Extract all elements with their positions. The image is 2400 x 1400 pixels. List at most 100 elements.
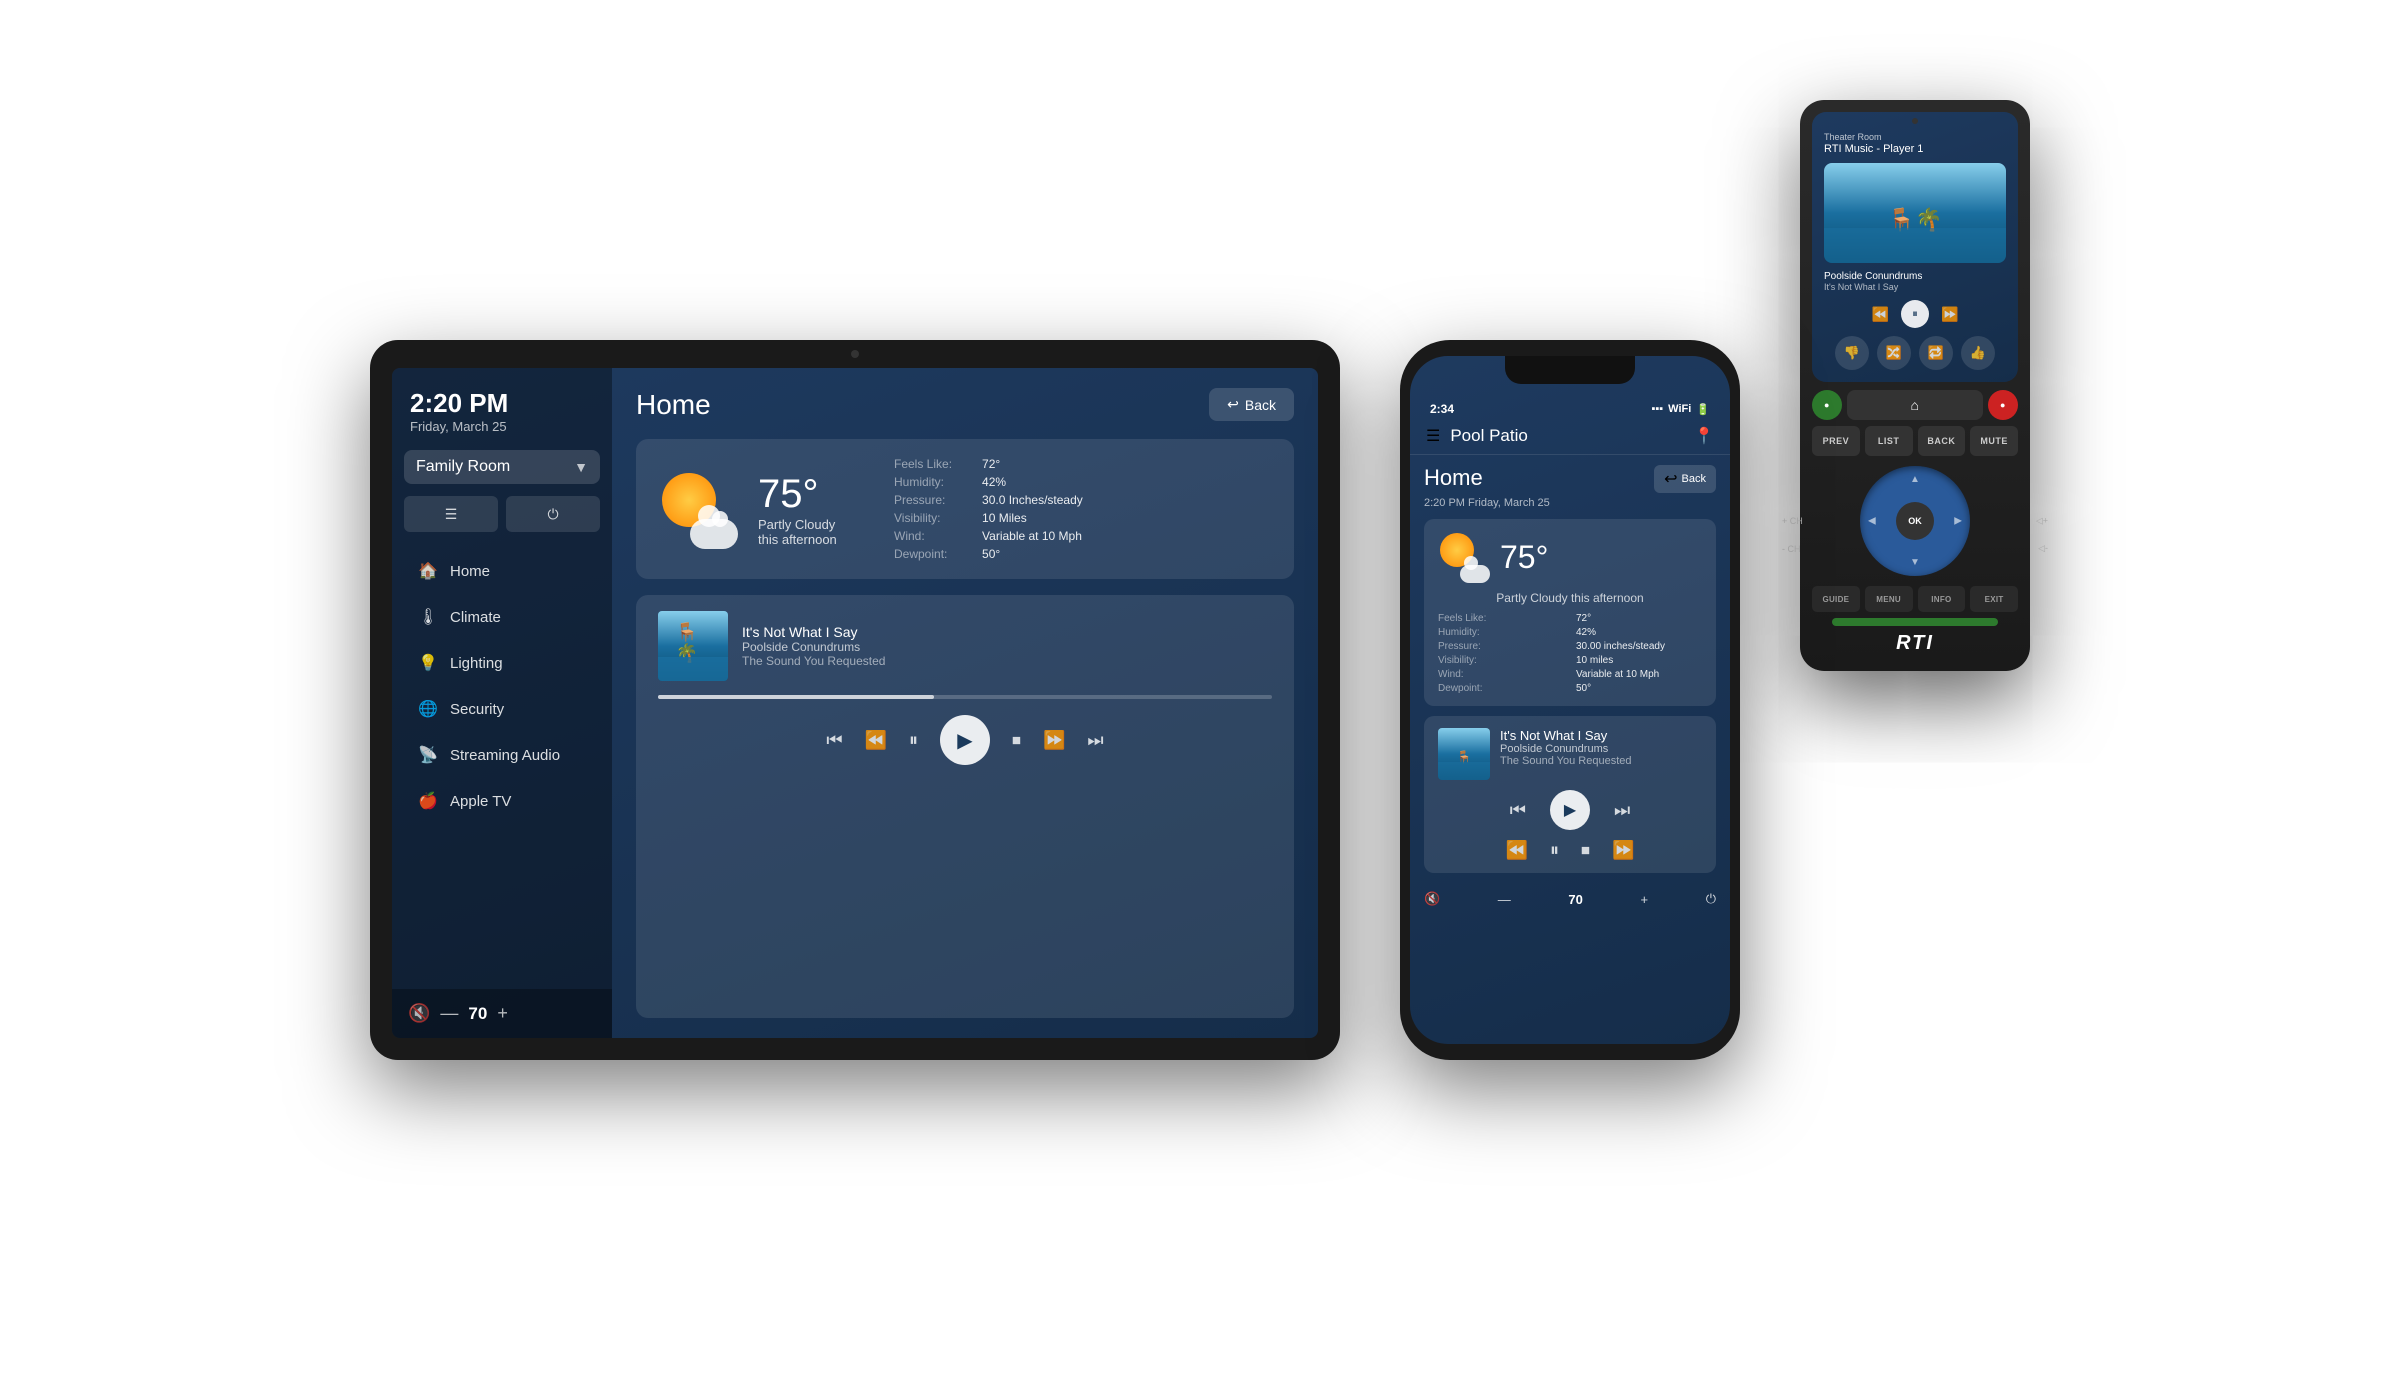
tablet-skip-to-start-button[interactable]: ⏮ <box>826 730 842 751</box>
phone-rewind-button[interactable]: ⏪ <box>1506 840 1528 861</box>
remote-dpad-up[interactable]: ▲ <box>1910 474 1920 485</box>
sidebar-item-lighting[interactable]: 💡 Lighting <box>400 640 604 686</box>
tablet-mute-button[interactable]: 🔇 <box>408 1003 430 1024</box>
remote-dpad-right[interactable]: ▶ <box>1954 516 1962 527</box>
phone-menu-icon[interactable]: ☰ <box>1426 426 1440 446</box>
remote-play-button[interactable]: ⏸ <box>1901 300 1929 328</box>
tablet-rewind-button[interactable]: ⏪ <box>865 730 887 751</box>
tablet-stop-button[interactable]: ⏹ <box>1012 730 1021 751</box>
phone-pressure-value: 30.00 inches/steady <box>1576 641 1702 652</box>
phone-notch <box>1505 356 1635 384</box>
weather-temp-block: 75° Partly Cloudy this afternoon <box>758 472 858 547</box>
weather-icon <box>658 469 738 549</box>
remote-pool-water <box>1824 228 2006 263</box>
tablet-progress-bar[interactable] <box>658 695 1272 699</box>
tablet-vol-up-button[interactable]: + <box>497 1003 508 1024</box>
tablet-play-button[interactable]: ▶ <box>940 715 990 765</box>
tablet-skip-to-end-button[interactable]: ⏭ <box>1087 730 1103 751</box>
phone-controls-2: ⏪ ⏸ ⏹ ⏩ <box>1438 840 1702 861</box>
remote-mute-button[interactable]: MUTE <box>1970 426 2018 456</box>
phone-skip-to-start-button[interactable]: ⏮ <box>1510 800 1526 821</box>
tablet-room-selector[interactable]: Family Room ▼ <box>404 450 600 484</box>
sidebar-item-climate[interactable]: 🌡 Climate <box>400 594 604 640</box>
phone-skip-to-end-button[interactable]: ⏭ <box>1614 800 1630 821</box>
weather-details: Feels Like: 72° Humidity: 42% Pressure: … <box>894 457 1083 561</box>
sidebar-item-home[interactable]: 🏠 Home <box>400 548 604 594</box>
pressure-label: Pressure: <box>894 493 952 507</box>
sidebar-item-streaming-label: Streaming Audio <box>450 747 560 764</box>
phone-back-button[interactable]: ↩ Back <box>1654 465 1716 493</box>
sidebar-item-streaming[interactable]: 📡 Streaming Audio <box>400 732 604 778</box>
phone-vol-up-button[interactable]: + <box>1640 892 1648 907</box>
phone-vol-down-button[interactable]: — <box>1498 892 1511 907</box>
dewpoint-value: 50° <box>982 547 1083 561</box>
phone-back-arrow-icon: ↩ <box>1664 469 1677 489</box>
remote-thumbs-down-button[interactable]: 👎 <box>1835 336 1869 370</box>
phone-mute-icon[interactable]: 🔇 <box>1424 891 1440 907</box>
tablet-page-title: Home <box>636 389 711 421</box>
remote-repeat-button[interactable]: 🔁 <box>1919 336 1953 370</box>
tablet-vol-down-button[interactable]: — <box>440 1003 458 1024</box>
remote-prev-button[interactable]: PREV <box>1812 426 1860 456</box>
sidebar-item-security-label: Security <box>450 701 504 718</box>
phone-weather-details: Feels Like: 72° Humidity: 42% Pressure: … <box>1438 613 1702 694</box>
remote-menu-button[interactable]: MENU <box>1865 586 1913 612</box>
phone-playlist-name: The Sound You Requested <box>1500 755 1632 767</box>
sidebar-item-climate-label: Climate <box>450 609 501 626</box>
remote-red-button[interactable]: ● <box>1988 390 2018 420</box>
remote-control-device: Theater Room RTI Music - Player 1 🪑🌴 Poo… <box>1800 100 2030 671</box>
remote-rewind-button[interactable]: ⏪ <box>1872 306 1889 323</box>
remote-guide-button[interactable]: GUIDE <box>1812 586 1860 612</box>
tablet-volume-value: 70 <box>468 1004 487 1024</box>
remote-ch-minus-label: - CH <box>1782 544 1801 554</box>
remote-song-title: Poolside Conundrums <box>1824 271 2006 282</box>
remote-info-button[interactable]: INFO <box>1918 586 1966 612</box>
remote-exit-button[interactable]: EXIT <box>1970 586 2018 612</box>
tablet-music-card: 🪑🌴 It's Not What I Say Poolside Conundru… <box>636 595 1294 1018</box>
phone-section-title: Home <box>1424 465 1483 491</box>
tablet-power-button[interactable]: ⏻ <box>506 496 600 532</box>
remote-back-button[interactable]: BACK <box>1918 426 1966 456</box>
tablet-music-controls: ⏮ ⏪ ⏸ ▶ ⏹ ⏩ ⏭ <box>658 715 1272 765</box>
wind-label: Wind: <box>894 529 952 543</box>
tablet-back-button[interactable]: ↩ Back <box>1209 388 1294 421</box>
remote-nav-row: PREV LIST BACK MUTE <box>1812 426 2018 456</box>
progress-bar-fill <box>658 695 934 699</box>
phone-visibility-value: 10 miles <box>1576 655 1702 666</box>
phone-music-info: 🪑 It's Not What I Say Poolside Conundrum… <box>1438 728 1702 780</box>
tablet-menu-button[interactable]: ☰ <box>404 496 498 532</box>
tablet-weather-card: 75° Partly Cloudy this afternoon Feels L… <box>636 439 1294 579</box>
remote-thumbs-up-button[interactable]: 👍 <box>1961 336 1995 370</box>
tablet-fast-forward-button[interactable]: ⏩ <box>1043 730 1065 751</box>
weather-description: Partly Cloudy this afternoon <box>758 517 858 547</box>
security-icon: 🌐 <box>418 699 438 719</box>
phone-location-icon[interactable]: 📍 <box>1694 426 1714 446</box>
remote-green-button[interactable]: ● <box>1812 390 1842 420</box>
phone-power-button[interactable]: ⏻ <box>1706 891 1716 907</box>
remote-home-button[interactable]: ⌂ <box>1847 390 1983 420</box>
streaming-icon: 📡 <box>418 745 438 765</box>
remote-shuffle-button[interactable]: 🔀 <box>1877 336 1911 370</box>
phone-cloud-shape <box>1460 565 1490 583</box>
remote-dpad-down[interactable]: ▼ <box>1910 557 1920 568</box>
phone-pressure-label: Pressure: <box>1438 641 1564 652</box>
remote-camera <box>1912 118 1918 124</box>
sidebar-item-security[interactable]: 🌐 Security <box>400 686 604 732</box>
phone-play-button[interactable]: ▶ <box>1550 790 1590 830</box>
remote-brand-logo: RTI <box>1812 632 2018 655</box>
remote-fast-forward-button[interactable]: ⏩ <box>1941 306 1958 323</box>
phone-humidity-label: Humidity: <box>1438 627 1564 638</box>
remote-dpad-left[interactable]: ◀ <box>1868 516 1876 527</box>
remote-ok-button[interactable]: OK <box>1896 502 1934 540</box>
sidebar-item-appletv[interactable]: 🍎 Apple TV <box>400 778 604 824</box>
weather-temperature: 75° <box>758 472 858 517</box>
remote-list-button[interactable]: LIST <box>1865 426 1913 456</box>
phone-datetime: 2:20 PM Friday, March 25 <box>1424 497 1716 509</box>
phone-stop-button[interactable]: ⏹ <box>1581 840 1590 861</box>
tablet-screen: 2:20 PM Friday, March 25 Family Room ▼ ☰… <box>392 368 1318 1038</box>
phone-pause-button[interactable]: ⏸ <box>1550 840 1559 861</box>
phone-fast-forward-button[interactable]: ⏩ <box>1612 840 1634 861</box>
tablet-pause-button[interactable]: ⏸ <box>909 730 918 751</box>
remote-dpad-container: + CH - CH ▲ ▼ ◀ ▶ OK ◁+ ◁- <box>1812 466 2018 576</box>
phone-music-card: 🪑 It's Not What I Say Poolside Conundrum… <box>1424 716 1716 873</box>
